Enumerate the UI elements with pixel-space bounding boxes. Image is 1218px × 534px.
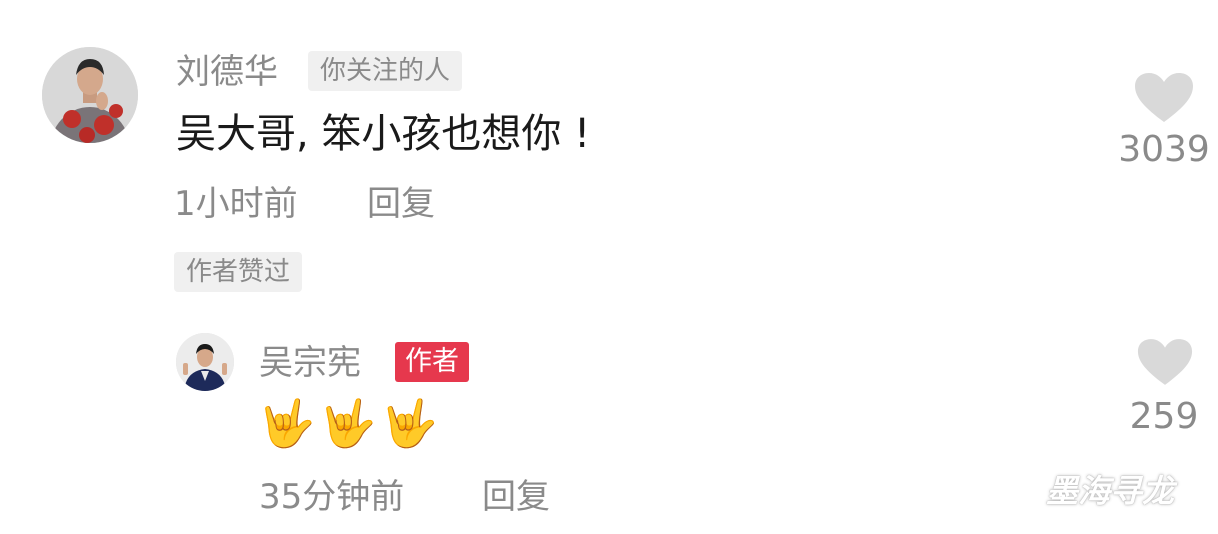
heart-icon	[1137, 339, 1193, 385]
heart-icon	[1135, 73, 1193, 122]
comment-text: 吴大哥, 笨小孩也想你 !	[176, 111, 591, 157]
reply-username[interactable]: 吴宗宪	[259, 346, 361, 380]
avatar-icon	[42, 47, 138, 143]
author-liked-badge: 作者赞过	[174, 252, 303, 292]
like-count: 259	[1129, 396, 1199, 437]
reply-user-avatar[interactable]	[176, 333, 234, 391]
like-button[interactable]	[1134, 72, 1194, 124]
reply-button[interactable]: 回复	[367, 187, 435, 221]
following-badge: 你关注的人	[308, 51, 463, 91]
like-count: 3039	[1118, 129, 1210, 170]
comment-item: 刘德华 你关注的人 吴大哥, 笨小孩也想你 ! 1小时前 回复 作者赞过 303…	[0, 0, 1218, 300]
reply-button[interactable]: 回复	[482, 480, 550, 514]
reply-item: 吴宗宪 作者 🤟🤟🤟 35分钟前 回复 259	[0, 300, 1218, 534]
comment-username[interactable]: 刘德华	[176, 55, 278, 89]
user-avatar[interactable]	[42, 47, 138, 143]
watermark: 墨海寻龙	[1046, 472, 1175, 510]
avatar-icon	[176, 333, 234, 391]
author-badge: 作者	[395, 342, 469, 382]
reply-timestamp: 35分钟前	[259, 477, 405, 517]
reply-text: 🤟🤟🤟	[258, 396, 442, 450]
comment-timestamp: 1小时前	[174, 184, 298, 224]
like-button[interactable]	[1137, 338, 1193, 387]
